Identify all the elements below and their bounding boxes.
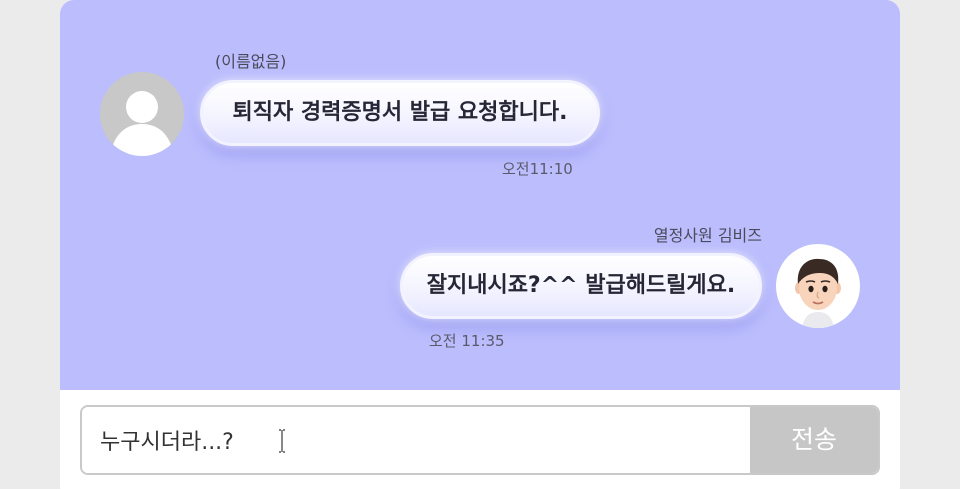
incoming-sender-name: (이름없음) — [215, 52, 287, 71]
outgoing-message-bubble: 잘지내시죠?^^ 발급해드릴게요. — [400, 253, 762, 319]
message-composer: 전송 — [80, 405, 880, 475]
message-list: (이름없음) 퇴직자 경력증명서 발급 요청합니다. 오전11:10 열정사원 … — [60, 0, 900, 390]
incoming-message-time: 오전11:10 — [502, 160, 573, 178]
chat-window: (이름없음) 퇴직자 경력증명서 발급 요청합니다. 오전11:10 열정사원 … — [60, 0, 900, 489]
outgoing-sender-name: 열정사원 김비즈 — [653, 226, 762, 245]
page: (이름없음) 퇴직자 경력증명서 발급 요청합니다. 오전11:10 열정사원 … — [0, 0, 960, 489]
outgoing-message-time: 오전 11:35 — [429, 332, 505, 350]
default-person-icon — [100, 72, 184, 156]
user-avatar-icon — [776, 244, 860, 328]
message-input[interactable] — [82, 407, 750, 473]
text-cursor-icon — [279, 429, 285, 453]
incoming-message-bubble: 퇴직자 경력증명서 발급 요청합니다. — [200, 80, 600, 146]
send-button[interactable]: 전송 — [750, 407, 878, 473]
